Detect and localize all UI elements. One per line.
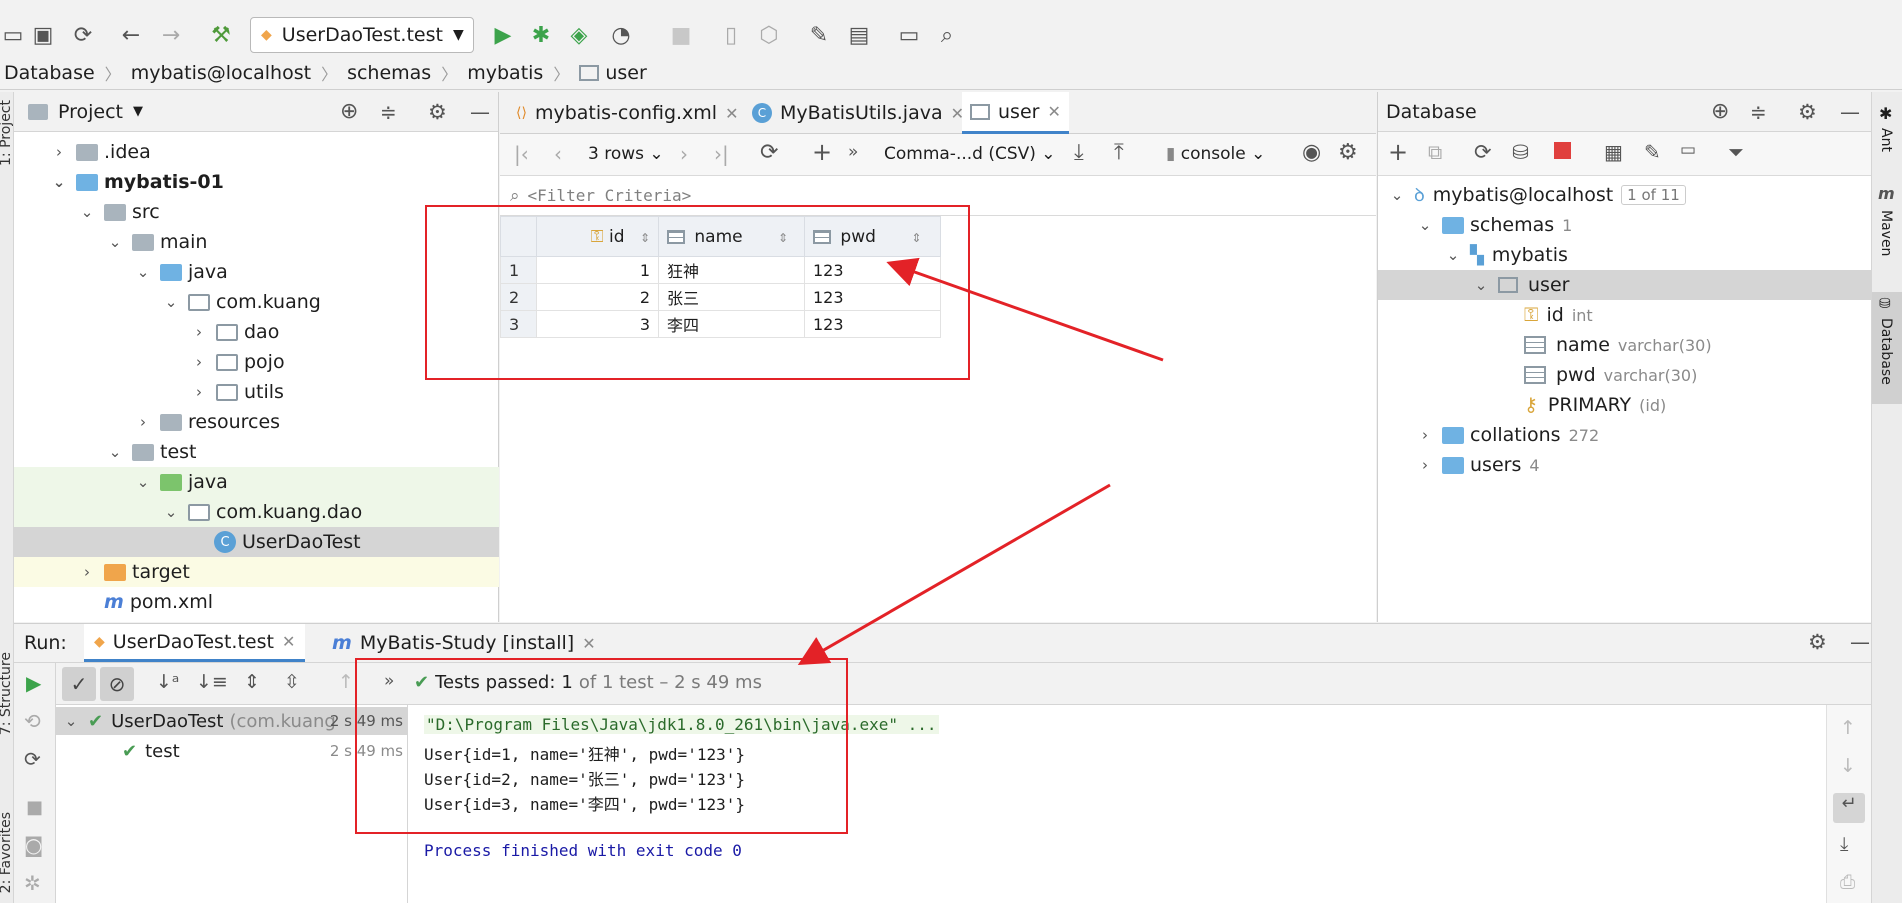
arrow-to-table [886,257,1164,362]
arrow-to-console [797,483,1111,665]
annotation-arrows [797,257,1164,665]
